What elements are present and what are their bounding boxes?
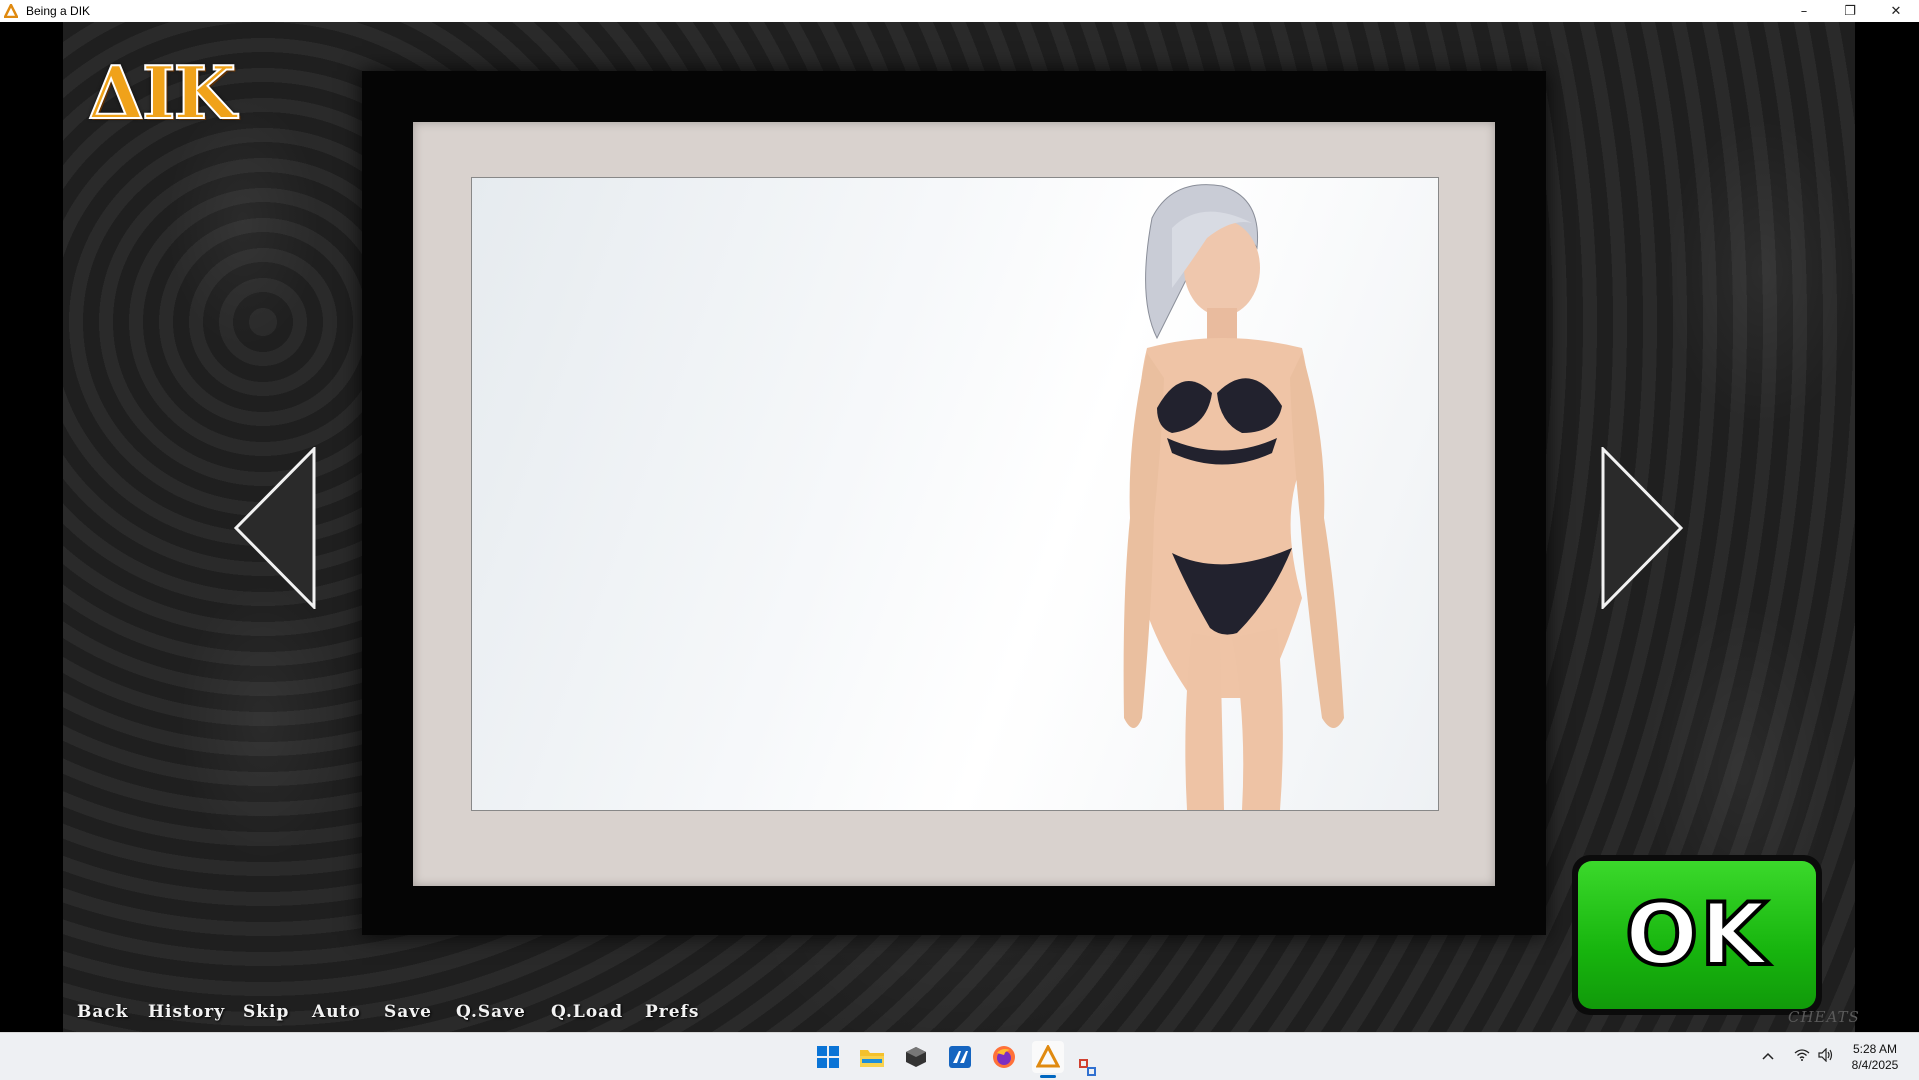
close-button[interactable]: ✕	[1873, 0, 1919, 22]
ok-button[interactable]: OK	[1572, 855, 1822, 1015]
logo-text: ΔIK	[87, 49, 237, 136]
windows-taskbar: 5:28 AM 8/4/2025	[0, 1032, 1919, 1080]
file-explorer-icon[interactable]	[856, 1041, 888, 1073]
dik-logo: ΔIK	[87, 49, 258, 136]
clock-time: 5:28 AM	[1852, 1042, 1898, 1056]
snipping-icon[interactable]	[1076, 1057, 1100, 1079]
system-tray	[1762, 1033, 1834, 1080]
next-arrow-button[interactable]	[1600, 445, 1685, 613]
window-title: Being a DIK	[26, 4, 91, 18]
quick-menu-history[interactable]: History	[148, 1002, 225, 1022]
quick-menu-skip[interactable]: Skip	[243, 1002, 289, 1022]
wifi-icon[interactable]	[1794, 1048, 1810, 1065]
restore-button[interactable]: ❐	[1827, 0, 1873, 22]
firefox-icon[interactable]	[988, 1041, 1020, 1073]
window-titlebar: Being a DIK – ❐ ✕	[0, 0, 1919, 22]
unity-hub-icon[interactable]	[900, 1041, 932, 1073]
window-controls: – ❐ ✕	[1781, 0, 1919, 22]
being-a-dik-icon[interactable]	[1032, 1041, 1064, 1073]
dik-triangle-icon	[4, 3, 20, 19]
ok-button-face: OK	[1578, 861, 1816, 1009]
quick-menu: Back History Skip Auto Save Q.Save Q.Loa…	[0, 1002, 800, 1032]
quick-menu-save[interactable]: Save	[384, 1002, 432, 1022]
quick-menu-back[interactable]: Back	[77, 1002, 129, 1022]
character-illustration	[1123, 184, 1344, 810]
chevron-up-icon[interactable]	[1762, 1049, 1774, 1064]
minimize-button[interactable]: –	[1781, 0, 1827, 22]
start-icon[interactable]	[812, 1041, 844, 1073]
active-app-indicator	[1040, 1075, 1056, 1078]
ok-button-label: OK	[1623, 883, 1769, 987]
previous-arrow-button[interactable]	[232, 445, 317, 613]
quick-menu-qsave[interactable]: Q.Save	[456, 1002, 526, 1022]
quick-menu-prefs[interactable]: Prefs	[645, 1002, 699, 1022]
volume-icon[interactable]	[1818, 1047, 1834, 1066]
quick-menu-auto[interactable]: Auto	[312, 1002, 361, 1022]
game-viewport: ΔIK OK Back History Skip Auto Save Q.Sav…	[0, 22, 1919, 1032]
quick-menu-qload[interactable]: Q.Load	[551, 1002, 623, 1022]
taskbar-clock[interactable]: 5:28 AM 8/4/2025	[1840, 1041, 1910, 1073]
clock-date: 8/4/2025	[1851, 1058, 1899, 1072]
cheats-button[interactable]: CHEATS	[1788, 1008, 1860, 1026]
app-icon[interactable]	[944, 1041, 976, 1073]
gallery-image	[471, 177, 1439, 811]
